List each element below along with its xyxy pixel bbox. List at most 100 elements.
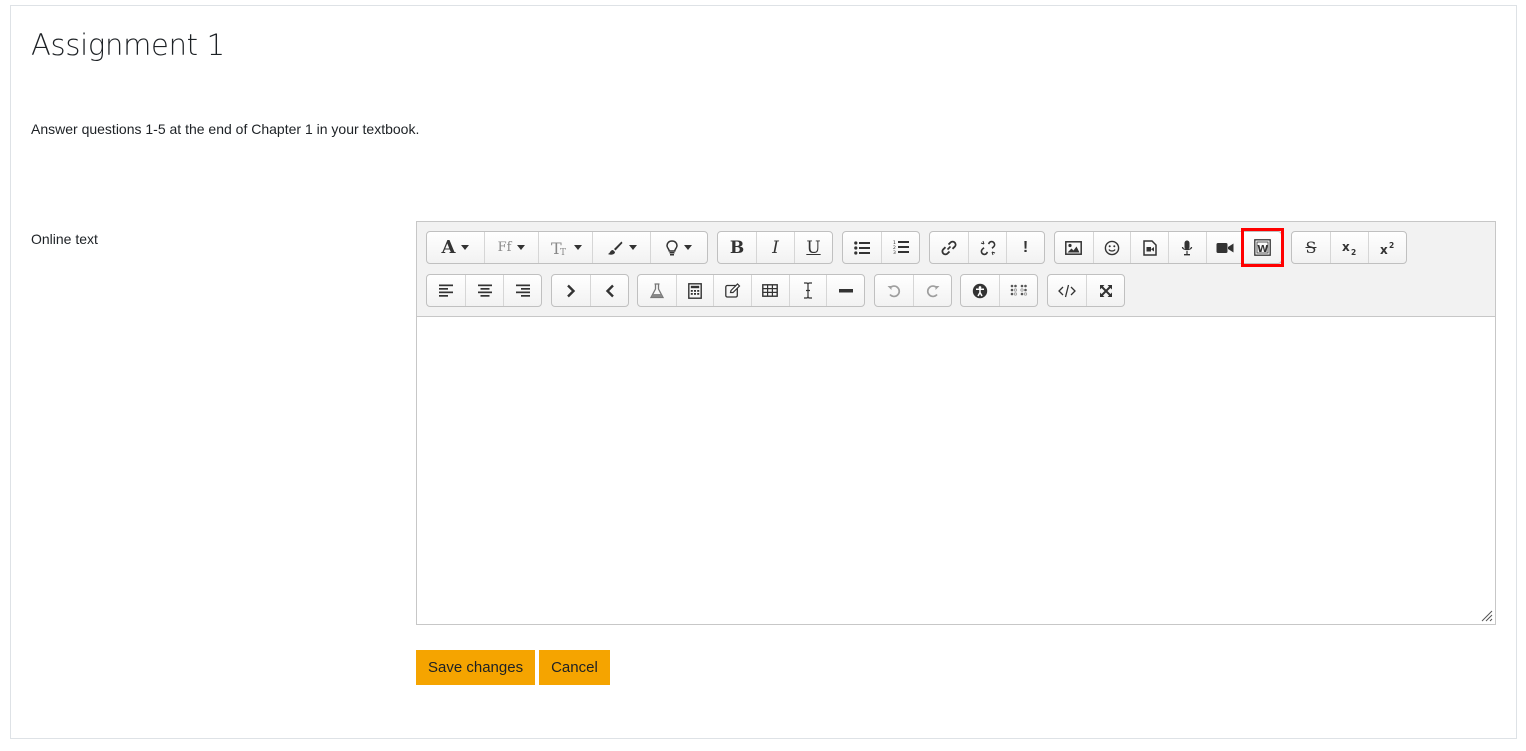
online-text-editor: A Ff TT B I U 1 2 3 ! W S x 2 x 2: [416, 221, 1496, 625]
emphasis-button[interactable]: !: [1006, 232, 1044, 263]
cancel-button[interactable]: Cancel: [539, 650, 610, 685]
table-icon: [762, 284, 779, 297]
chevron-down-icon: [628, 245, 637, 250]
resize-handle-icon[interactable]: [1479, 608, 1493, 622]
braille-icon: [1010, 284, 1027, 296]
script-group: S x2 x2: [1291, 231, 1407, 264]
font-size-icon: TT: [551, 239, 566, 257]
unordered-list-button[interactable]: [843, 232, 881, 263]
horizontal-rule-icon: [838, 288, 853, 292]
editor-toolbar: A Ff TT B I U 1 2 3 ! W S x 2 x 2: [417, 222, 1495, 317]
ordered-list-button[interactable]: 123: [881, 232, 919, 263]
form-actions: Save changes Cancel: [416, 650, 610, 685]
chemistry-button[interactable]: [638, 275, 676, 306]
bold-button[interactable]: B: [718, 232, 756, 263]
emoticon-button[interactable]: [1092, 232, 1131, 263]
media-button[interactable]: [1130, 232, 1168, 263]
styles-button[interactable]: [650, 232, 707, 263]
subscript-icon: x2: [1342, 240, 1356, 256]
assignment-intro: Answer questions 1-5 at the end of Chapt…: [31, 121, 420, 137]
media-group: W: [1054, 228, 1285, 267]
align-center-icon: [477, 284, 492, 297]
html-source-button[interactable]: [1048, 275, 1086, 306]
svg-text:T: T: [560, 248, 566, 257]
align-left-button[interactable]: [427, 275, 465, 306]
svg-text:3: 3: [893, 250, 896, 255]
chevron-down-icon: [461, 245, 470, 250]
save-changes-button[interactable]: Save changes: [416, 650, 536, 685]
redo-button[interactable]: [913, 275, 951, 306]
outdent-button[interactable]: [590, 275, 628, 306]
font-size-button[interactable]: TT: [538, 232, 592, 263]
image-button[interactable]: [1055, 232, 1093, 263]
align-right-icon: [515, 284, 530, 297]
record-audio-button[interactable]: [1168, 232, 1206, 263]
font-family-button[interactable]: Ff: [484, 232, 538, 263]
online-text-label: Online text: [31, 231, 98, 247]
list-group: 123: [842, 231, 920, 264]
subscript-button[interactable]: x2: [1330, 232, 1368, 263]
font-icon: A: [441, 237, 456, 258]
text-cursor-icon: [804, 282, 812, 299]
view-group: [1047, 274, 1125, 307]
svg-text:x: x: [1342, 240, 1350, 254]
image-icon: [1065, 240, 1083, 255]
accessibility-group: [960, 274, 1038, 307]
bold-icon: B: [729, 237, 745, 258]
background-color-button[interactable]: [592, 232, 650, 263]
horizontal-rule-button[interactable]: [826, 275, 864, 306]
redo-icon: [926, 284, 939, 297]
link-icon: [941, 240, 957, 255]
chevron-down-icon: [517, 245, 526, 250]
equation-button[interactable]: [675, 275, 714, 306]
align-center-button[interactable]: [465, 275, 503, 306]
clear-formatting-button[interactable]: [788, 275, 827, 306]
svg-text:W: W: [1257, 244, 1268, 255]
align-group: [426, 274, 542, 307]
strikethrough-button[interactable]: S: [1292, 232, 1330, 263]
underline-button[interactable]: U: [794, 232, 832, 263]
chevron-down-icon: [573, 245, 582, 250]
chevron-down-icon: [684, 245, 692, 250]
font-family-icon: Ff: [497, 240, 512, 255]
numbered-list-icon: 123: [893, 240, 909, 255]
word-import-button[interactable]: W: [1241, 228, 1285, 267]
bullet-list-icon: [854, 240, 870, 255]
page-title: Assignment 1: [31, 28, 225, 62]
strikethrough-icon: S: [1305, 238, 1317, 257]
file-video-icon: [1142, 239, 1157, 256]
align-right-button[interactable]: [503, 275, 541, 306]
link-button[interactable]: [930, 232, 968, 263]
expand-icon: [1099, 284, 1112, 297]
italic-icon: I: [772, 237, 779, 258]
templates-button[interactable]: [713, 275, 751, 306]
paintbrush-icon: [607, 241, 622, 255]
record-video-button[interactable]: [1205, 232, 1244, 263]
accessibility-checker-button[interactable]: [961, 275, 999, 306]
undo-button[interactable]: [875, 275, 913, 306]
italic-button[interactable]: I: [756, 232, 794, 263]
link-group: !: [929, 231, 1045, 264]
undo-icon: [887, 284, 901, 297]
chevron-left-icon: [605, 284, 614, 297]
screenreader-helper-button[interactable]: [999, 275, 1037, 306]
superscript-button[interactable]: x2: [1368, 232, 1406, 263]
indent-button[interactable]: [552, 275, 590, 306]
editor-content-area[interactable]: [417, 318, 1495, 625]
code-icon: [1058, 284, 1076, 297]
font-color-button[interactable]: A: [427, 232, 484, 263]
insert-group: [637, 274, 865, 307]
accessibility-icon: [972, 283, 988, 298]
table-button[interactable]: [751, 275, 789, 306]
flask-icon: [649, 282, 664, 298]
edit-icon: [724, 283, 741, 298]
fullscreen-button[interactable]: [1086, 275, 1124, 306]
unlink-button[interactable]: [968, 232, 1006, 263]
smiley-icon: [1104, 240, 1120, 255]
svg-text:x: x: [1380, 243, 1388, 256]
indent-group: [551, 274, 629, 307]
exclamation-icon: !: [1022, 238, 1029, 256]
lightbulb-icon: [666, 239, 678, 255]
chevron-right-icon: [567, 284, 576, 297]
style-group: A Ff TT: [426, 231, 708, 264]
